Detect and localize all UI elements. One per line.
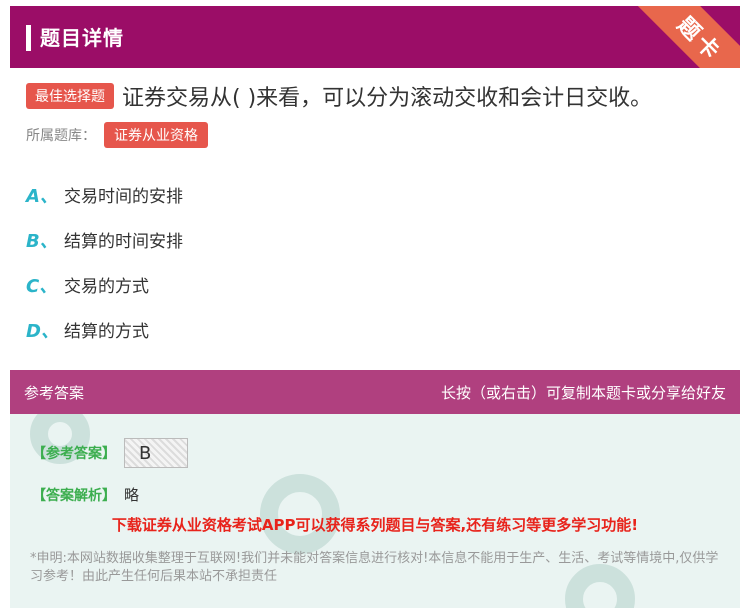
- option-b[interactable]: B、 结算的时间安排: [26, 217, 183, 262]
- question-type-tag: 最佳选择题: [26, 83, 114, 109]
- option-letter: C、: [26, 275, 58, 297]
- bank-tag[interactable]: 证券从业资格: [104, 122, 208, 148]
- analysis-row: 【答案解析】 略: [32, 484, 139, 505]
- option-c[interactable]: C、 交易的方式: [26, 262, 183, 307]
- corner-ribbon[interactable]: 题卡: [626, 6, 740, 68]
- analysis-label: 【答案解析】: [32, 487, 116, 504]
- option-text: 交易时间的安排: [64, 187, 183, 207]
- option-text: 结算的时间安排: [64, 232, 183, 252]
- answer-body: 【参考答案】 B 【答案解析】 略 下载证券从业资格考试APP可以获得系列题目与…: [10, 414, 740, 608]
- option-d[interactable]: D、 结算的方式: [26, 307, 183, 352]
- option-letter: B、: [26, 230, 58, 252]
- option-letter: A、: [26, 185, 58, 207]
- page-header: 题目详情 题卡: [10, 6, 740, 68]
- header-accent-bar: [26, 25, 31, 51]
- answer-header: 参考答案 长按（或右击）可复制本题卡或分享给好友: [10, 370, 740, 414]
- analysis-value: 略: [124, 486, 140, 504]
- answer-header-title: 参考答案: [24, 383, 85, 402]
- option-text: 交易的方式: [64, 277, 149, 297]
- question-text: 证券交易从( )来看，可以分为滚动交收和会计日交收。: [122, 86, 653, 111]
- reference-answer-value: B: [124, 438, 188, 468]
- question-card-ribbon[interactable]: 题卡: [632, 6, 740, 68]
- question-block: 最佳选择题 证券交易从( )来看，可以分为滚动交收和会计日交收。 所属题库： 证…: [26, 80, 736, 148]
- option-text: 结算的方式: [64, 322, 149, 342]
- share-hint: 长按（或右击）可复制本题卡或分享给好友: [440, 383, 726, 402]
- reference-answer-label: 【参考答案】: [32, 446, 116, 462]
- options-list: A、 交易时间的安排 B、 结算的时间安排 C、 交易的方式 D、 结算的方式: [26, 172, 183, 352]
- reference-answer-row: 【参考答案】 B: [32, 438, 188, 468]
- option-letter: D、: [26, 320, 59, 342]
- page-title: 题目详情: [40, 26, 124, 50]
- disclaimer-text: *申明:本网站数据收集整理于互联网!我们并未能对答案信息进行核对!本信息不能用于…: [30, 551, 719, 584]
- bank-label: 所属题库：: [26, 128, 96, 144]
- option-a[interactable]: A、 交易时间的安排: [26, 172, 183, 217]
- download-app-promo[interactable]: 下载证券从业资格考试APP可以获得系列题目与答案,还有练习等更多学习功能!: [10, 514, 740, 535]
